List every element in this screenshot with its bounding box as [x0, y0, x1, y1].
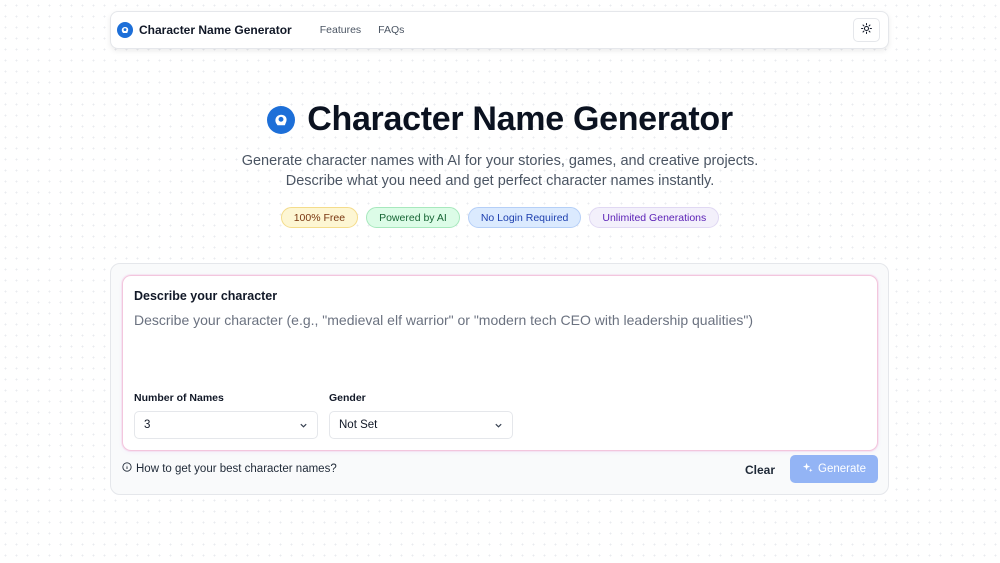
chevron-down-icon	[299, 421, 308, 430]
gender-select[interactable]: Not Set	[329, 411, 513, 439]
number-of-names-label: Number of Names	[134, 392, 224, 404]
badge-no-login: No Login Required	[467, 207, 582, 228]
gender-value: Not Set	[339, 419, 378, 431]
help-text: How to get your best character names?	[136, 462, 337, 475]
nav-brand[interactable]: Character Name Generator	[139, 23, 292, 37]
gender-label: Gender	[329, 392, 366, 404]
badge-powered-by-ai: Powered by AI	[366, 207, 460, 228]
badge-unlimited: Unlimited Generations	[589, 207, 720, 228]
info-icon	[122, 462, 132, 475]
chevron-down-icon	[494, 421, 503, 430]
generate-label: Generate	[818, 463, 866, 475]
nav-link-features[interactable]: Features	[320, 24, 361, 36]
character-form-card: Describe your character Number of Names …	[122, 275, 878, 451]
character-description-input[interactable]	[134, 312, 864, 372]
top-navbar: Character Name Generator Features FAQs	[110, 11, 889, 49]
number-of-names-value: 3	[144, 419, 151, 431]
generator-panel: Describe your character Number of Names …	[110, 263, 889, 495]
page-title: Character Name Generator	[307, 100, 733, 138]
theme-toggle-button[interactable]	[853, 18, 880, 42]
generate-button[interactable]: Generate	[790, 455, 878, 483]
sun-icon	[861, 21, 872, 39]
hero-subtitle: Generate character names with AI for you…	[0, 151, 1000, 191]
brain-badge-icon[interactable]	[117, 22, 133, 38]
sparkles-icon	[802, 462, 813, 476]
nav-link-faqs[interactable]: FAQs	[378, 24, 404, 36]
hero-subtitle-line2: Describe what you need and get perfect c…	[285, 173, 715, 189]
hero-title-row: Character Name Generator	[0, 100, 1000, 139]
brain-badge-icon	[267, 105, 296, 134]
feature-badges: 100% Free Powered by AI No Login Require…	[0, 207, 1000, 228]
hero-section: Character Name Generator Generate charac…	[0, 100, 1000, 228]
badge-free: 100% Free	[280, 207, 359, 228]
number-of-names-select[interactable]: 3	[134, 411, 318, 439]
description-label: Describe your character	[134, 289, 278, 303]
hero-subtitle-line1: Generate character names with AI for you…	[241, 153, 759, 169]
clear-button[interactable]: Clear	[745, 463, 775, 477]
help-link[interactable]: How to get your best character names?	[122, 462, 337, 475]
